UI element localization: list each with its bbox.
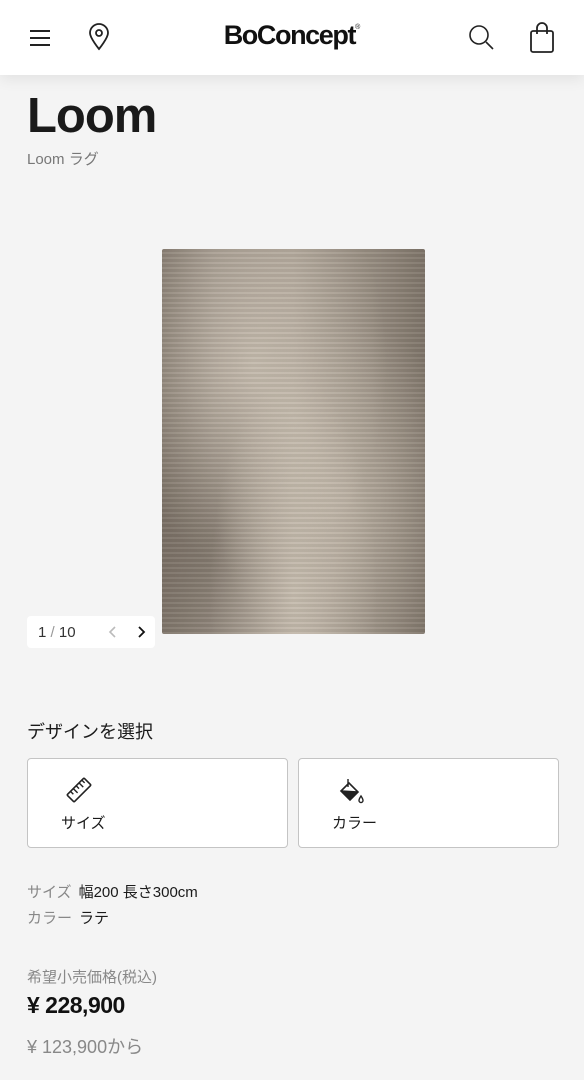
gallery-total: 10 bbox=[58, 623, 76, 641]
cart-button[interactable] bbox=[524, 18, 560, 58]
gallery-prev-button[interactable] bbox=[99, 618, 127, 646]
color-option-button[interactable]: カラー bbox=[298, 758, 559, 848]
gallery-separator: / bbox=[50, 623, 55, 641]
site-header: BoConcept® bbox=[0, 0, 584, 75]
product-image[interactable] bbox=[162, 249, 425, 634]
price-amount: ¥ 228,900 bbox=[27, 992, 125, 1018]
price-label: 希望小売価格(税込) bbox=[27, 969, 157, 986]
gallery-pager: 1 / 10 bbox=[27, 616, 155, 648]
color-key: カラー bbox=[27, 910, 73, 927]
registered-mark: ® bbox=[355, 24, 361, 31]
design-heading: デザインを選択 bbox=[27, 722, 153, 742]
search-icon bbox=[469, 25, 494, 50]
size-option-button[interactable]: サイズ bbox=[27, 758, 288, 848]
price-from: ¥ 123,900から bbox=[27, 1037, 144, 1057]
gallery-current: 1 bbox=[38, 623, 47, 641]
product-title: Loom bbox=[27, 89, 157, 143]
shopping-bag-icon bbox=[530, 22, 554, 53]
size-option-label: サイズ bbox=[61, 815, 106, 832]
chevron-right-icon bbox=[138, 626, 146, 638]
color-option-label: カラー bbox=[332, 815, 378, 832]
selected-size: サイズ 幅200 長さ300cm bbox=[27, 881, 198, 902]
gallery-next-button[interactable] bbox=[127, 618, 155, 646]
selected-color: カラー ラテ bbox=[27, 907, 109, 928]
size-key: サイズ bbox=[27, 884, 72, 901]
ruler-icon bbox=[66, 777, 92, 803]
brand-name: BoConcept bbox=[223, 20, 357, 50]
search-button[interactable] bbox=[464, 20, 500, 56]
paint-bucket-icon bbox=[339, 779, 364, 804]
product-subtitle: Loom ラグ bbox=[27, 151, 99, 168]
chevron-left-icon bbox=[109, 626, 116, 638]
gallery-counter: 1 / 10 bbox=[38, 624, 99, 641]
size-value: 幅200 長さ300cm bbox=[78, 884, 198, 901]
color-value: ラテ bbox=[79, 910, 110, 927]
